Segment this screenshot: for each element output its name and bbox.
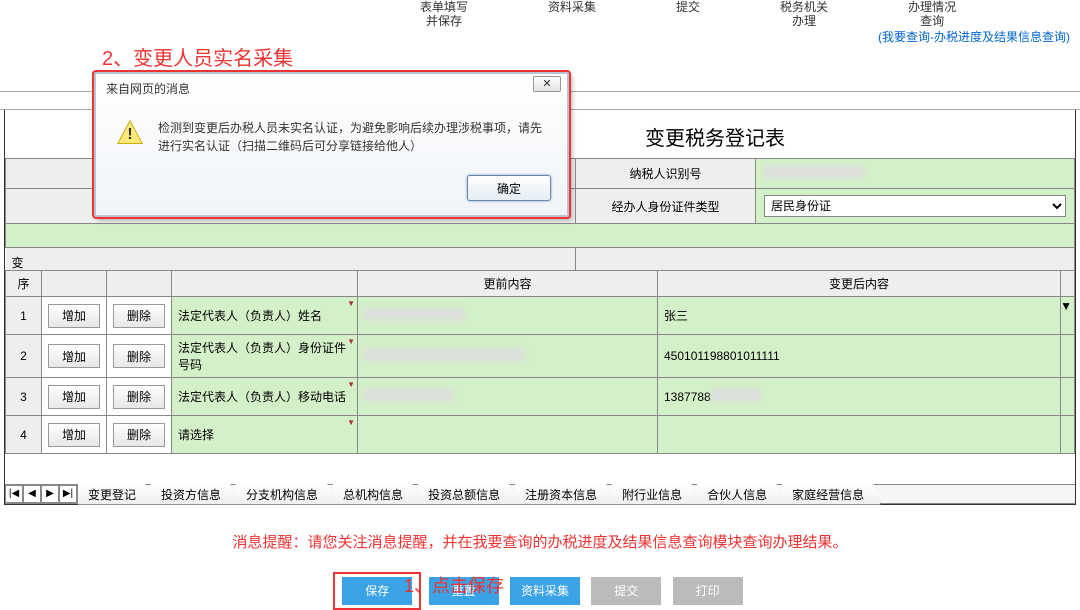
table-row: 1 增加 删除 法定代表人（负责人）姓名▼ 张三 ▼: [6, 297, 1075, 335]
side-label-seq: 序: [6, 271, 42, 297]
annotation-step-2: 2、变更人员实名采集: [102, 42, 293, 71]
tab-nav-last[interactable]: ▶|: [59, 485, 77, 503]
tab-partner-info[interactable]: 合伙人信息: [697, 484, 784, 505]
tab-total-investment[interactable]: 投资总额信息: [418, 484, 517, 505]
nav-item-tax-office[interactable]: 税务机关 办理: [780, 0, 828, 28]
change-item-select[interactable]: 请选择▼: [172, 416, 358, 454]
col-header-before: 更前内容: [358, 271, 658, 297]
after-value[interactable]: [658, 416, 1061, 454]
print-button[interactable]: 打印: [673, 577, 743, 605]
dialog-message: 检测到变更后办税人员未实名认证，为避免影响后续办理涉税事项，请先进行实名认证（扫…: [158, 119, 547, 155]
row-index: 2: [6, 335, 42, 378]
col-header-after: 变更后内容: [658, 271, 1061, 297]
form-title: 变更税务登记表: [585, 122, 845, 151]
dialog-title: 来自网页的消息 ✕: [96, 74, 567, 103]
tab-investor-info[interactable]: 投资方信息: [151, 484, 238, 505]
nav-item-collect[interactable]: 资料采集: [548, 0, 596, 28]
dialog-ok-button[interactable]: 确定: [467, 175, 551, 201]
tab-subindustry[interactable]: 附行业信息: [612, 484, 699, 505]
nav-item-submit[interactable]: 提交: [676, 0, 700, 28]
handler-idtype-select[interactable]: 居民身份证: [756, 189, 1075, 224]
row-index: 4: [6, 416, 42, 454]
tab-branch-info[interactable]: 分支机构信息: [236, 484, 335, 505]
add-button[interactable]: 增加: [48, 385, 100, 409]
row-index: 3: [6, 378, 42, 416]
after-value[interactable]: 450101198801011111: [658, 335, 1061, 378]
tab-nav-next[interactable]: ▶: [41, 485, 59, 503]
nav-item-fill-save[interactable]: 表单填写 并保存: [420, 0, 468, 28]
tab-nav-prev[interactable]: ◀: [23, 485, 41, 503]
after-value[interactable]: 1387788: [658, 378, 1061, 416]
collect-button[interactable]: 资料采集: [510, 577, 580, 605]
delete-button[interactable]: 删除: [113, 304, 165, 328]
message-reminder: 消息提醒：请您关注消息提醒，并在我要查询的办税进度及结果信息查询模块查询办理结果…: [0, 531, 1080, 552]
webpage-message-dialog: 来自网页的消息 ✕ ! 检测到变更后办税人员未实名认证，为避免影响后续办理涉税事…: [94, 72, 569, 217]
warning-icon: !: [116, 119, 144, 147]
change-items-table: 序 更前内容 变更后内容 1 增加 删除 法定代表人（负责人）姓名▼ 张三 ▼ …: [5, 270, 1075, 454]
add-button[interactable]: 增加: [48, 423, 100, 447]
taxpayer-id-value[interactable]: [756, 159, 1075, 189]
add-button[interactable]: 增加: [48, 344, 100, 368]
table-row: 4 增加 删除 请选择▼: [6, 416, 1075, 454]
tab-nav-first[interactable]: |◀: [5, 485, 23, 503]
submit-button[interactable]: 提交: [591, 577, 661, 605]
tab-registered-capital[interactable]: 注册资本信息: [515, 484, 614, 505]
delete-button[interactable]: 删除: [113, 344, 165, 368]
tab-head-org-info[interactable]: 总机构信息: [333, 484, 420, 505]
add-button[interactable]: 增加: [48, 304, 100, 328]
delete-button[interactable]: 删除: [113, 385, 165, 409]
change-item-select[interactable]: 法定代表人（负责人）姓名▼: [172, 297, 358, 335]
svg-text:!: !: [127, 126, 132, 143]
nav-item-query-status[interactable]: 办理情况 查询: [908, 0, 956, 28]
after-value[interactable]: 张三: [658, 297, 1061, 335]
before-value: [358, 378, 658, 416]
table-row: 3 增加 删除 法定代表人（负责人）移动电话▼ 1387788: [6, 378, 1075, 416]
save-button[interactable]: 保存: [342, 577, 412, 605]
change-item-select[interactable]: 法定代表人（负责人）身份证件号码▼: [172, 335, 358, 378]
taxpayer-id-label: 纳税人识别号: [576, 159, 756, 189]
query-progress-link[interactable]: (我要查询-办税进度及结果信息查询): [878, 28, 1070, 45]
handler-idtype-label: 经办人身份证件类型: [576, 189, 756, 224]
change-item-select[interactable]: 法定代表人（负责人）移动电话▼: [172, 378, 358, 416]
sheet-tabs: |◀ ◀ ▶ ▶| 变更登记 投资方信息 分支机构信息 总机构信息 投资总额信息…: [5, 484, 1075, 504]
tab-change-register[interactable]: 变更登记: [78, 484, 153, 505]
dialog-close-button[interactable]: ✕: [533, 76, 561, 92]
before-value: [358, 297, 658, 335]
before-value: [358, 335, 658, 378]
table-row: 2 增加 删除 法定代表人（负责人）身份证件号码▼ 45010119880101…: [6, 335, 1075, 378]
action-buttons: 1、点击保存 保存 重置 资料采集 提交 打印: [0, 572, 1080, 610]
before-value: [358, 416, 658, 454]
tab-family-business[interactable]: 家庭经营信息: [782, 484, 881, 505]
delete-button[interactable]: 删除: [113, 423, 165, 447]
row-index: 1: [6, 297, 42, 335]
annotation-step-1: 1、点击保存: [404, 572, 504, 598]
handler-idtype-dropdown[interactable]: 居民身份证: [764, 195, 1066, 217]
